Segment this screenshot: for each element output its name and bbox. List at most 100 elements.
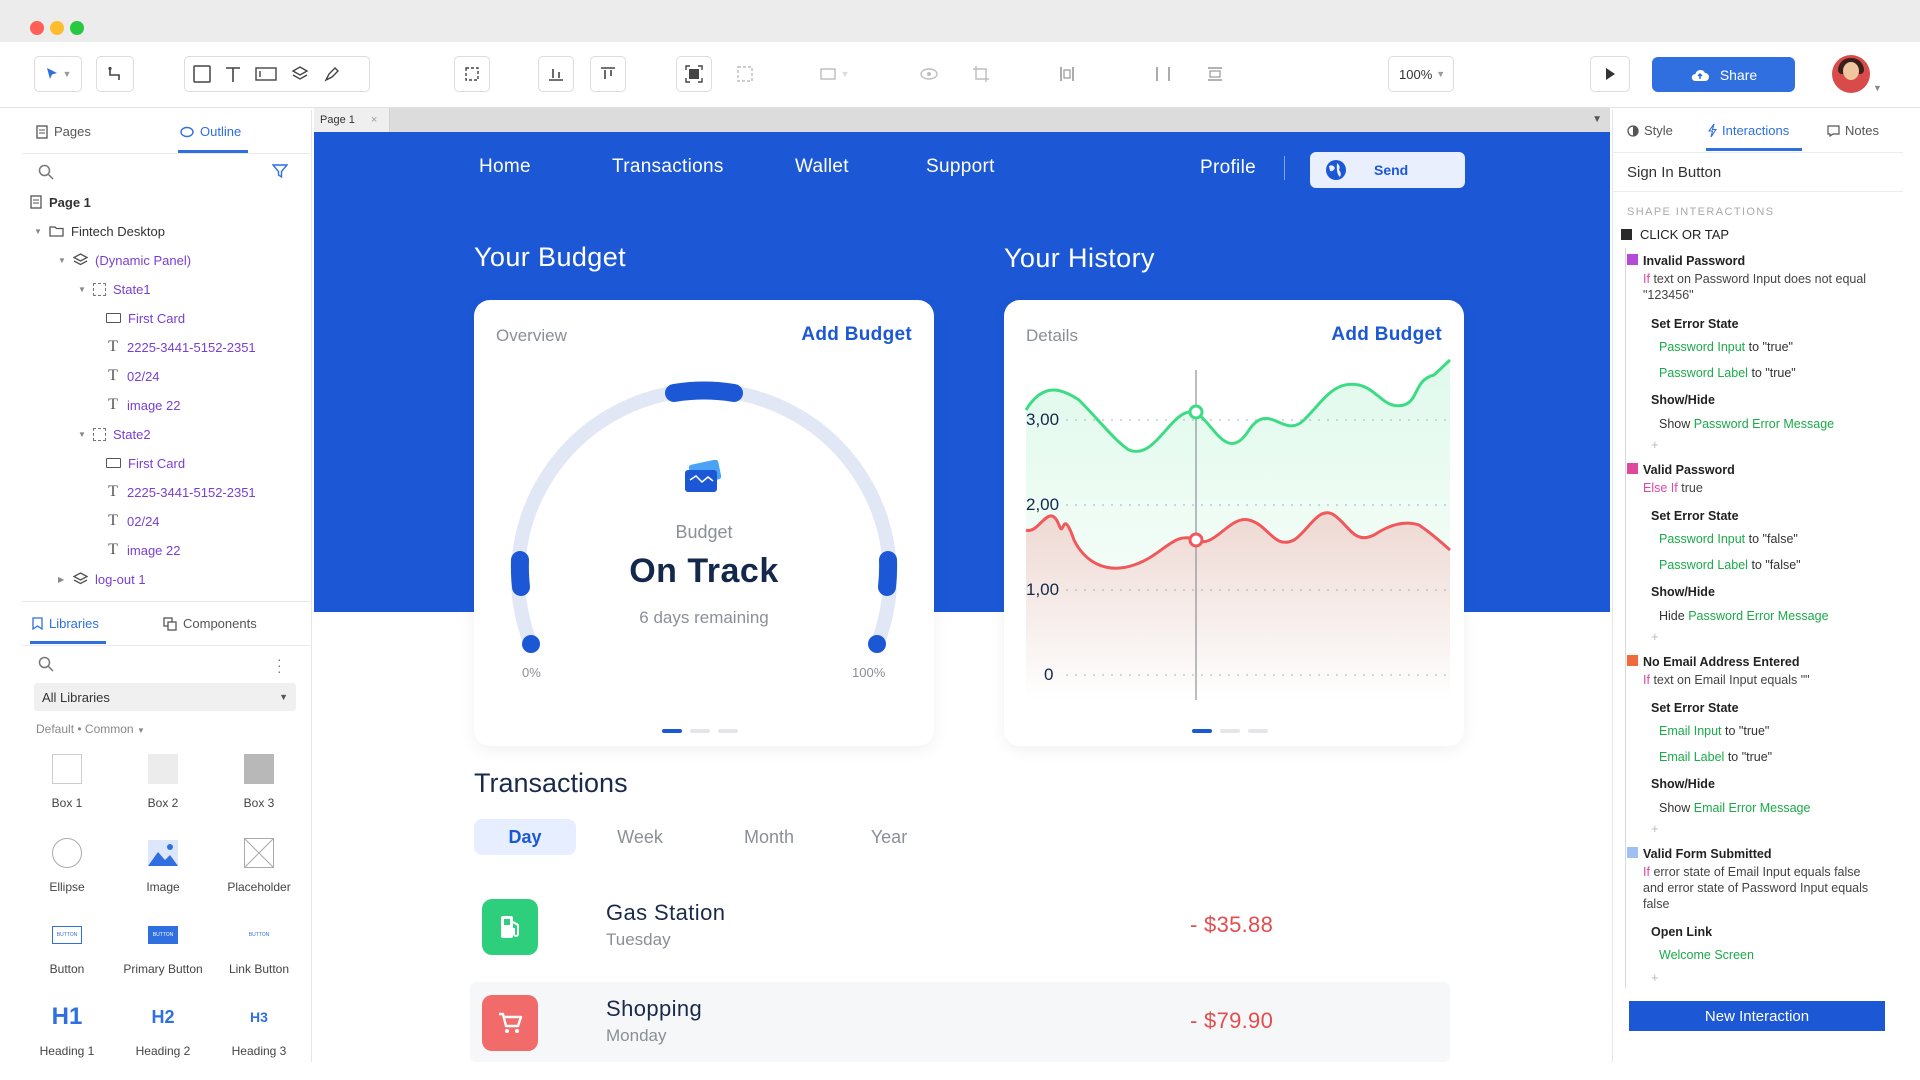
nav-profile[interactable]: Profile: [1200, 157, 1256, 179]
collapse-arrow-icon[interactable]: ▶: [58, 575, 66, 584]
action-name[interactable]: Show/Hide: [1651, 392, 1715, 408]
nav-transactions[interactable]: Transactions: [612, 156, 724, 178]
add-action-icon[interactable]: +: [1651, 821, 1659, 836]
tab-pages[interactable]: Pages: [36, 124, 91, 139]
tab-week[interactable]: Week: [600, 819, 680, 855]
share-button[interactable]: Share: [1652, 57, 1795, 92]
rectangle-icon[interactable]: [193, 65, 211, 83]
case-title[interactable]: Valid Password: [1643, 462, 1735, 478]
action-name[interactable]: Open Link: [1651, 924, 1712, 940]
carousel-dots[interactable]: [1192, 729, 1268, 733]
widget-image[interactable]: Image: [118, 836, 208, 894]
tree-item-shape[interactable]: First Card: [106, 452, 185, 474]
crop-button[interactable]: [966, 56, 996, 92]
carousel-dot[interactable]: [1248, 729, 1268, 733]
action-target[interactable]: Password Label to "true": [1659, 365, 1796, 381]
action-name[interactable]: Set Error State: [1651, 508, 1739, 524]
search-icon[interactable]: [38, 164, 54, 180]
case-condition[interactable]: Else If true: [1643, 480, 1873, 496]
carousel-dot[interactable]: [662, 729, 682, 733]
action-target[interactable]: Welcome Screen: [1659, 947, 1754, 963]
action-target[interactable]: Password Input to "false": [1659, 531, 1798, 547]
action-target[interactable]: Password Input to "true": [1659, 339, 1793, 355]
text-icon[interactable]: [225, 65, 241, 83]
ungroup-button[interactable]: [730, 56, 760, 92]
tree-item-folder[interactable]: ▼ Fintech Desktop: [34, 220, 165, 242]
carousel-dots[interactable]: [662, 729, 738, 733]
input-field-icon[interactable]: [255, 66, 277, 82]
carousel-dot[interactable]: [690, 729, 710, 733]
add-action-icon[interactable]: +: [1651, 629, 1659, 644]
carousel-dot[interactable]: [1192, 729, 1212, 733]
action-target[interactable]: Email Input to "true": [1659, 723, 1769, 739]
expand-arrow-icon[interactable]: ▼: [78, 430, 86, 439]
search-icon[interactable]: [38, 656, 54, 672]
tree-item-text[interactable]: T 2225-3441-5152-2351: [106, 336, 256, 358]
library-select[interactable]: All Libraries ▼: [34, 683, 296, 711]
tree-item-text[interactable]: T 02/24: [106, 510, 159, 532]
nav-wallet[interactable]: Wallet: [795, 156, 849, 178]
tab-page-1[interactable]: Page 1 ×: [314, 108, 390, 132]
tab-year[interactable]: Year: [854, 819, 924, 855]
close-window-button[interactable]: [30, 21, 44, 35]
more-options-icon[interactable]: · · ·: [277, 652, 282, 678]
library-breadcrumb[interactable]: Default • Common ▼: [36, 722, 145, 736]
tab-month[interactable]: Month: [724, 819, 814, 855]
design-canvas[interactable]: Home Transactions Wallet Support Profile…: [314, 132, 1610, 1062]
transaction-row[interactable]: Gas Station Tuesday - $35.88: [470, 886, 1450, 966]
action-target[interactable]: Email Label to "true": [1659, 749, 1772, 765]
tab-libraries[interactable]: Libraries: [32, 616, 99, 631]
widget-button[interactable]: BUTTON Button: [22, 918, 112, 976]
zoom-select[interactable]: 100% ▼: [1388, 56, 1454, 92]
distribute-button[interactable]: ▼: [814, 56, 854, 92]
widget-box-3[interactable]: Box 3: [214, 752, 304, 810]
action-target[interactable]: Password Label to "false": [1659, 557, 1801, 573]
align-top-button[interactable]: [590, 56, 626, 92]
fit-button[interactable]: [676, 56, 712, 92]
widget-heading-2[interactable]: H2 Heading 2: [118, 1000, 208, 1059]
layers-icon[interactable]: [291, 65, 309, 83]
widget-primary-button[interactable]: BUTTON Primary Button: [118, 918, 208, 976]
filter-icon[interactable]: [272, 163, 288, 179]
case-condition[interactable]: If text on Password Input does not equal…: [1643, 271, 1873, 303]
new-interaction-button[interactable]: New Interaction: [1629, 1001, 1885, 1031]
tree-item-dynamic-panel[interactable]: ▶ log-out 1: [58, 568, 146, 590]
add-action-icon[interactable]: +: [1651, 970, 1659, 985]
pen-icon[interactable]: [323, 65, 341, 83]
group-button[interactable]: [454, 56, 490, 92]
align-bottom-button[interactable]: [538, 56, 574, 92]
tab-outline[interactable]: Outline: [180, 124, 241, 139]
nav-home[interactable]: Home: [479, 156, 531, 178]
align-middle-button[interactable]: [1200, 56, 1230, 92]
tab-style[interactable]: Style: [1627, 123, 1673, 138]
widget-placeholder[interactable]: Placeholder: [214, 836, 304, 894]
action-name[interactable]: Set Error State: [1651, 700, 1739, 716]
action-target[interactable]: Hide Password Error Message: [1659, 608, 1829, 624]
chevron-down-icon[interactable]: ▼: [1873, 83, 1882, 93]
widget-box-2[interactable]: Box 2: [118, 752, 208, 810]
tree-item-shape[interactable]: First Card: [106, 307, 185, 329]
case-title[interactable]: No Email Address Entered: [1643, 654, 1800, 670]
widget-ellipse[interactable]: Ellipse: [22, 836, 112, 894]
hide-button[interactable]: [914, 56, 944, 92]
widget-heading-1[interactable]: H1 Heading 1: [22, 1000, 112, 1058]
tab-components[interactable]: Components: [163, 616, 257, 631]
case-condition[interactable]: If text on Email Input equals "": [1643, 672, 1873, 688]
case-title[interactable]: Valid Form Submitted: [1643, 846, 1772, 862]
expand-arrow-icon[interactable]: ▼: [78, 285, 86, 294]
tab-interactions[interactable]: Interactions: [1708, 123, 1789, 138]
carousel-dot[interactable]: [1220, 729, 1240, 733]
tab-day[interactable]: Day: [474, 819, 576, 855]
maximize-window-button[interactable]: [70, 21, 84, 35]
action-target[interactable]: Show Password Error Message: [1659, 416, 1834, 432]
tree-item-text[interactable]: T image 22: [106, 539, 180, 561]
send-button[interactable]: Send: [1310, 152, 1465, 188]
align-left-button[interactable]: [1052, 56, 1082, 92]
transaction-row[interactable]: Shopping Monday - $79.90: [470, 982, 1450, 1062]
avatar[interactable]: [1832, 55, 1870, 93]
widget-link-button[interactable]: BUTTON Link Button: [214, 918, 304, 976]
tree-item-text[interactable]: T image 22: [106, 394, 180, 416]
close-icon[interactable]: ×: [371, 114, 377, 126]
nav-support[interactable]: Support: [926, 156, 995, 178]
tree-item-dynamic-panel[interactable]: ▼ (Dynamic Panel): [58, 249, 191, 271]
